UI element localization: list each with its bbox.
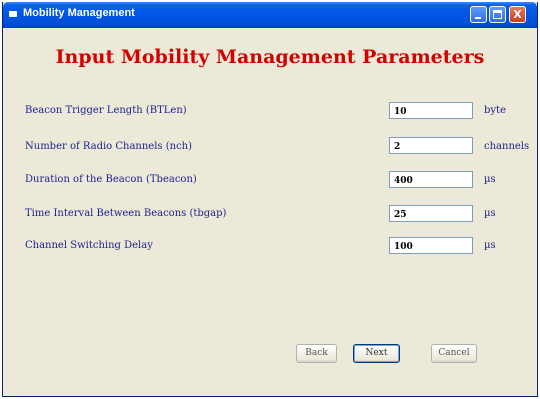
window-title: Mobility Management [23, 7, 135, 19]
radio-channels-input[interactable] [389, 137, 473, 154]
channel-switching-delay-label: Channel Switching Delay [25, 240, 153, 251]
beacon-trigger-length-unit: byte [484, 105, 506, 116]
page-title: Input Mobility Management Parameters [55, 46, 485, 68]
beacon-trigger-length-input[interactable] [389, 102, 473, 119]
channel-switching-delay-input[interactable] [389, 237, 473, 254]
maximize-icon [493, 10, 502, 19]
app-icon [9, 11, 17, 17]
beacon-trigger-length-label: Beacon Trigger Length (BTLen) [25, 105, 187, 116]
title-bar[interactable]: Mobility Management X [3, 2, 537, 28]
beacon-duration-input[interactable] [389, 171, 473, 188]
close-button[interactable]: X [509, 6, 526, 23]
beacon-interval-label: Time Interval Between Beacons (tbgap) [25, 208, 227, 219]
cancel-button[interactable]: Cancel [431, 344, 477, 363]
beacon-interval-input[interactable] [389, 205, 473, 222]
close-icon: X [513, 8, 522, 21]
beacon-interval-unit: µs [484, 208, 496, 219]
dialog-window: Mobility Management X Input Mobility Man… [2, 2, 538, 397]
maximize-button[interactable] [489, 6, 506, 23]
beacon-duration-label: Duration of the Beacon (Tbeacon) [25, 174, 197, 185]
minimize-icon [475, 17, 481, 19]
minimize-button[interactable] [470, 6, 487, 23]
radio-channels-label: Number of Radio Channels (nch) [25, 141, 193, 152]
channel-switching-delay-unit: µs [484, 240, 496, 251]
back-button[interactable]: Back [296, 344, 337, 363]
next-button[interactable]: Next [353, 344, 400, 363]
beacon-duration-unit: µs [484, 174, 496, 185]
radio-channels-unit: channels [484, 141, 530, 152]
